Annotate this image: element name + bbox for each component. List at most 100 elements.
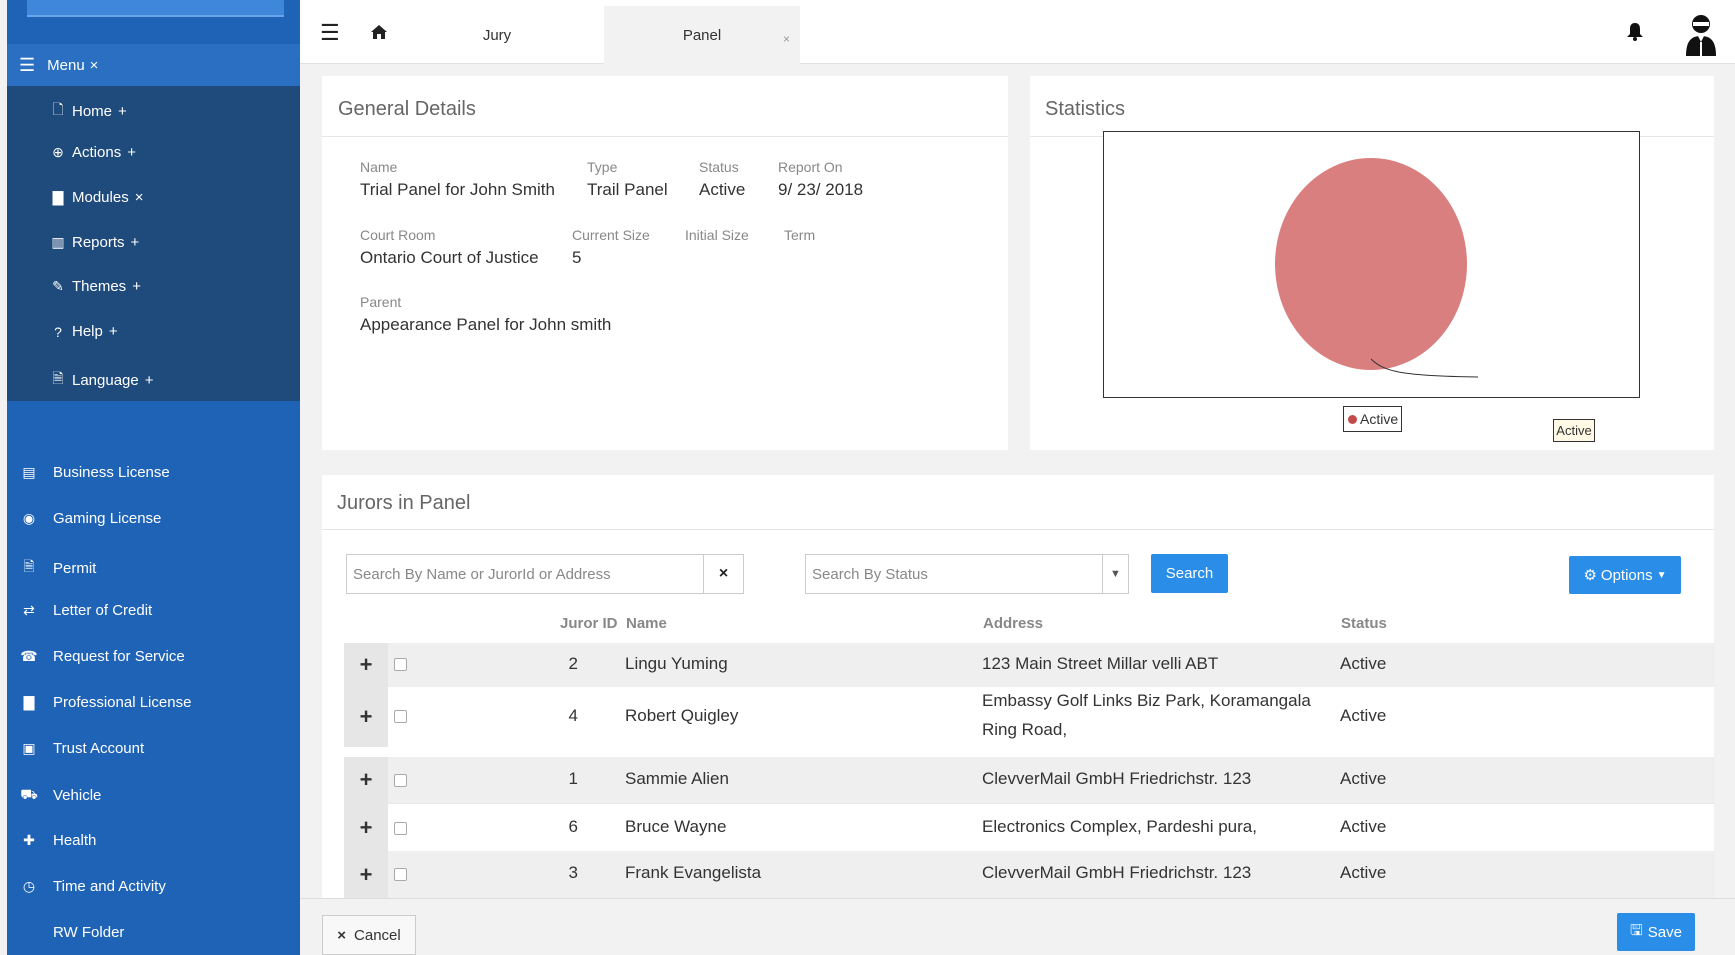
- expand-icon[interactable]: +: [344, 643, 388, 687]
- tab-jury[interactable]: Jury: [420, 6, 574, 64]
- row-checkbox[interactable]: [394, 868, 407, 881]
- cancel-button[interactable]: × Cancel: [322, 915, 416, 955]
- table-row[interactable]: + 1 Sammie Alien ClevverMail GmbH Friedr…: [344, 757, 1715, 803]
- table-row[interactable]: + 6 Bruce Wayne Electronics Complex, Par…: [344, 803, 1715, 851]
- tab-panel[interactable]: Panel ×: [604, 6, 800, 64]
- status-select[interactable]: Search By Status ▼: [805, 554, 1129, 594]
- translate-icon: 🗎: [52, 370, 64, 386]
- column-header-status[interactable]: Status: [1341, 615, 1387, 632]
- sidebar-item-label: Modules: [72, 189, 129, 206]
- expand-icon[interactable]: +: [344, 851, 388, 898]
- row-checkbox[interactable]: [394, 774, 407, 787]
- home-icon[interactable]: [370, 24, 388, 40]
- sidebar-item-help[interactable]: ? Help +: [50, 323, 118, 340]
- sidebar-item-rw-folder[interactable]: RW Folder: [20, 924, 124, 941]
- search-button[interactable]: Search: [1151, 554, 1228, 593]
- sidebar-item-label: Vehicle: [53, 787, 102, 804]
- sidebar-item-request-for-service[interactable]: ☎ Request for Service: [20, 648, 184, 665]
- pie-chart: Active: [1103, 131, 1640, 442]
- avatar[interactable]: [1682, 12, 1720, 56]
- bell-icon[interactable]: [1626, 22, 1644, 42]
- row-checkbox[interactable]: [394, 658, 407, 671]
- sidebar-item-language[interactable]: 🗎 Language +: [50, 368, 154, 392]
- table-row[interactable]: + 3 Frank Evangelista ClevverMail GmbH F…: [344, 851, 1715, 898]
- name-label: Name: [360, 159, 398, 175]
- sidebar-item-toggle: +: [118, 102, 127, 120]
- caret-down-icon: ▼: [1656, 569, 1667, 581]
- sidebar-item-modules[interactable]: ▇ Modules ×: [50, 189, 144, 206]
- expand-icon[interactable]: +: [344, 757, 388, 803]
- sidebar-item-business-license[interactable]: ▤ Business License: [20, 464, 169, 481]
- close-icon[interactable]: ×: [783, 32, 790, 46]
- table-row[interactable]: + 4 Robert Quigley Embassy Golf Links Bi…: [344, 687, 1715, 747]
- truck-icon: ⛟: [20, 786, 38, 802]
- juror-id: 3: [568, 863, 578, 882]
- pie-chart-svg: [1275, 158, 1479, 378]
- juror-name: Bruce Wayne: [625, 817, 727, 836]
- juror-address: Embassy Golf Links Biz Park, Koramangala: [982, 691, 1311, 710]
- legend-label: Active: [1360, 411, 1399, 427]
- juror-name: Frank Evangelista: [625, 863, 762, 882]
- sidebar-item-label: Language: [72, 371, 139, 389]
- menu-header[interactable]: ☰ Menu ×: [7, 44, 300, 86]
- chart-legend: Active: [1343, 406, 1402, 432]
- sidebar-item-toggle: ×: [134, 189, 144, 206]
- sidebar-item-label: Reports: [72, 234, 125, 251]
- save-icon: 🖫: [1630, 921, 1643, 939]
- sidebar-item-toggle: +: [130, 234, 140, 251]
- sidebar-item-gaming-license[interactable]: ◉ Gaming License: [20, 510, 162, 527]
- clear-icon[interactable]: ×: [703, 555, 743, 593]
- sidebar-item-health[interactable]: ✚ Health: [20, 832, 96, 849]
- search-input[interactable]: Search By Name or JurorId or Address ×: [346, 554, 744, 594]
- report-on-label: Report On: [778, 159, 843, 175]
- menu-label: Menu: [47, 56, 85, 74]
- sidebar-item-reports[interactable]: ▥ Reports +: [50, 234, 139, 251]
- options-button[interactable]: ⚙ Options ▼: [1569, 556, 1681, 594]
- menu-toggle[interactable]: ×: [90, 57, 99, 74]
- pie-slice-active[interactable]: [1275, 158, 1467, 370]
- sidebar-item-home[interactable]: 🗋 Home +: [50, 99, 127, 123]
- save-button[interactable]: 🖫 Save: [1617, 913, 1695, 951]
- expand-icon[interactable]: +: [344, 804, 388, 851]
- sidebar-item-label: Professional License: [53, 694, 192, 711]
- sidebar-item-label: Home: [72, 102, 113, 120]
- money-icon: ▣: [22, 740, 36, 756]
- panel-title: Jurors in Panel: [337, 492, 471, 514]
- sidebar-item-vehicle[interactable]: ⛟ Vehicle: [20, 786, 101, 805]
- juror-status: Active: [1340, 863, 1387, 882]
- column-header-id[interactable]: Juror ID: [560, 615, 618, 632]
- slice-label: Active: [1553, 419, 1595, 442]
- sidebar-top-bar: [27, 0, 284, 17]
- column-header-address[interactable]: Address: [983, 615, 1043, 632]
- sidebar-item-toggle: +: [132, 278, 141, 295]
- sidebar-item-themes[interactable]: ✎ Themes +: [50, 278, 141, 295]
- sidebar-item-professional-license[interactable]: ▇ Professional License: [20, 694, 192, 711]
- sidebar-item-letter-of-credit[interactable]: ⇄ Letter of Credit: [20, 602, 152, 619]
- chevron-down-icon[interactable]: ▼: [1102, 555, 1128, 593]
- hamburger-icon[interactable]: ☰: [320, 20, 340, 46]
- briefcase-icon: ▇: [23, 694, 35, 710]
- hamburger-icon[interactable]: ☰: [19, 55, 35, 76]
- document-icon: ▤: [22, 464, 36, 480]
- sidebar-item-trust-account[interactable]: ▣ Trust Account: [20, 740, 144, 757]
- briefcase-icon: ▇: [52, 189, 64, 205]
- court-room-value: Ontario Court of Justice: [360, 248, 539, 267]
- juror-id: 2: [568, 654, 578, 673]
- row-checkbox[interactable]: [394, 710, 407, 723]
- column-header-name[interactable]: Name: [626, 615, 667, 632]
- type-value: Trail Panel: [587, 180, 668, 199]
- expand-icon[interactable]: +: [344, 687, 388, 747]
- statistics-panel: Statistics Active Active: [1030, 76, 1714, 450]
- sidebar-item-toggle: +: [144, 371, 154, 389]
- sidebar-item-label: Trust Account: [53, 740, 145, 757]
- close-icon: ×: [337, 926, 347, 944]
- juror-status: Active: [1340, 706, 1387, 725]
- term-label: Term: [784, 227, 816, 243]
- sidebar-item-toggle: +: [108, 323, 118, 340]
- sidebar-item-permit[interactable]: 🗎 Permit: [20, 556, 96, 580]
- juror-id: 1: [568, 769, 578, 788]
- sidebar-item-time-and-activity[interactable]: ◷ Time and Activity: [20, 878, 166, 895]
- table-row[interactable]: + 2 Lingu Yuming 123 Main Street Millar …: [344, 643, 1715, 687]
- row-checkbox[interactable]: [394, 822, 407, 835]
- sidebar-item-actions[interactable]: ⊕ Actions +: [50, 144, 136, 161]
